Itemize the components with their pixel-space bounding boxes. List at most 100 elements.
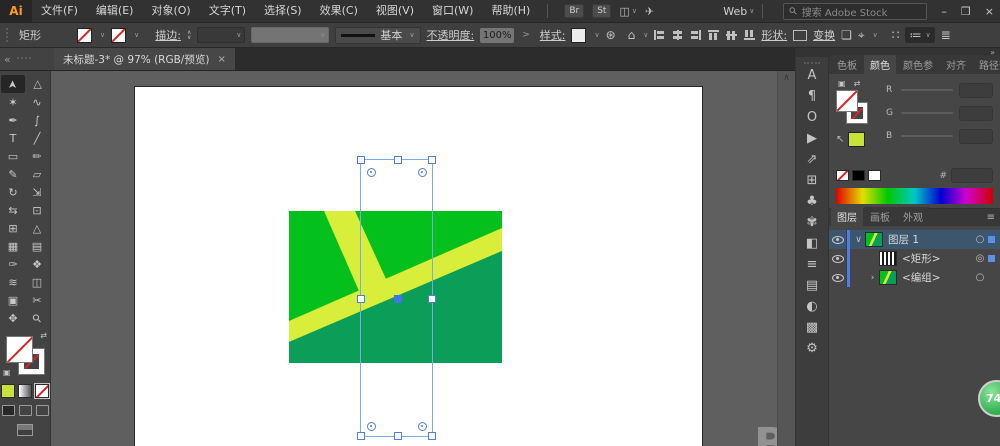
- stroke-color-swatch[interactable]: [111, 27, 127, 43]
- swap-colors-icon[interactable]: ⇄: [854, 79, 861, 88]
- layer-thumbnail[interactable]: [865, 232, 883, 247]
- list-icon[interactable]: ≣: [941, 28, 951, 42]
- opacity-value[interactable]: 100%: [480, 27, 515, 43]
- stroke-weight-dropdown[interactable]: ∨: [197, 27, 246, 43]
- channel-value-field[interactable]: [959, 82, 993, 98]
- align-right-icon[interactable]: [690, 30, 702, 40]
- isolate-selection-icon[interactable]: ⌖: [858, 28, 865, 43]
- target-circle[interactable]: ○: [972, 272, 988, 283]
- transform-label[interactable]: 变换: [813, 27, 835, 43]
- layer-name[interactable]: <编组>: [902, 270, 972, 285]
- pathfinder-panel-icon[interactable]: ◧: [800, 233, 824, 254]
- gradient-tool[interactable]: ▤: [25, 237, 49, 255]
- graph-tool[interactable]: ◫: [25, 273, 49, 291]
- last-color-swatch[interactable]: [848, 132, 866, 147]
- channel-slider[interactable]: [901, 112, 953, 114]
- channel-slider[interactable]: [901, 89, 953, 91]
- eyedropper-tool[interactable]: ✑: [1, 255, 25, 273]
- layout-icon[interactable]: ◫: [619, 5, 629, 18]
- symbol-sprayer-tool[interactable]: ≋: [1, 273, 25, 291]
- menu-view[interactable]: 视图(V): [367, 0, 423, 22]
- width-tool[interactable]: ⇆: [1, 201, 25, 219]
- collapse-toolbar-icon[interactable]: «: [4, 53, 11, 66]
- paintbrush-tool[interactable]: ✏: [25, 147, 49, 165]
- tab-pathfinder[interactable]: 路径查: [973, 55, 1000, 74]
- fill-proxy-swatch[interactable]: [6, 336, 33, 363]
- menu-window[interactable]: 窗口(W): [423, 0, 482, 22]
- brushes-panel-icon[interactable]: ✾: [800, 212, 824, 233]
- free-transform-tool[interactable]: ⊡: [25, 201, 49, 219]
- curvature-tool[interactable]: ∫: [25, 111, 49, 129]
- chevron-down-icon[interactable]: ∨: [594, 31, 599, 39]
- live-corner-widget[interactable]: [367, 168, 376, 177]
- swap-fill-stroke-icon[interactable]: ⇄: [40, 331, 47, 340]
- menu-help[interactable]: 帮助(H): [482, 0, 539, 22]
- eraser-tool[interactable]: ▱: [25, 165, 49, 183]
- align-vcenter-icon[interactable]: [726, 30, 738, 40]
- visibility-toggle[interactable]: [829, 268, 847, 287]
- transparency-panel-icon[interactable]: ◐: [800, 296, 824, 317]
- screen-mode-button[interactable]: [17, 424, 33, 436]
- shape-builder-tool[interactable]: ⊞: [1, 219, 25, 237]
- shape-properties-icon[interactable]: ⌂: [628, 28, 636, 42]
- opacity-label[interactable]: 不透明度:: [427, 27, 475, 43]
- draw-inside-icon[interactable]: [35, 405, 49, 416]
- scroll-up-icon[interactable]: ∧: [778, 71, 795, 85]
- zoom-tool[interactable]: ⚲: [25, 309, 49, 327]
- selection-indicator[interactable]: [988, 255, 995, 262]
- layer-row-group[interactable]: › <编组> ○: [829, 268, 1000, 287]
- visibility-toggle[interactable]: [829, 249, 847, 268]
- menu-effect[interactable]: 效果(C): [311, 0, 367, 22]
- none-button[interactable]: [34, 383, 50, 399]
- menu-select[interactable]: 选择(S): [255, 0, 311, 22]
- tab-align[interactable]: 对齐: [940, 55, 972, 74]
- align-hcenter-icon[interactable]: [672, 30, 683, 40]
- shaper-tool[interactable]: ✎: [1, 165, 25, 183]
- document-setup-icon[interactable]: ⊛: [606, 28, 616, 42]
- canvas-area[interactable]: B ∧: [51, 71, 795, 446]
- chevron-down-icon[interactable]: ∨: [643, 31, 648, 39]
- channel-value-field[interactable]: [959, 105, 993, 121]
- symbols-panel-icon[interactable]: ♣: [800, 191, 824, 212]
- menu-type[interactable]: 文字(T): [200, 0, 255, 22]
- channel-slider[interactable]: [901, 135, 953, 137]
- menu-file[interactable]: 文件(F): [32, 0, 87, 22]
- layer-row-rectangle[interactable]: <矩形> ◎: [829, 249, 1000, 268]
- live-corner-widget[interactable]: [418, 168, 427, 177]
- blend-tool[interactable]: ❖: [25, 255, 49, 273]
- artboards-panel-icon[interactable]: ⊞: [800, 170, 824, 191]
- gpu-performance-icon[interactable]: ✈: [645, 5, 654, 18]
- actions-panel-icon[interactable]: ▶: [800, 128, 824, 149]
- gradient-panel-icon[interactable]: ▤: [800, 275, 824, 296]
- handle-middle-left[interactable]: [357, 295, 365, 303]
- target-circle[interactable]: ○: [972, 234, 988, 245]
- tab-artboards[interactable]: 画板: [864, 207, 896, 226]
- toolbar-grip[interactable]: [16, 56, 31, 62]
- mesh-tool[interactable]: ▦: [1, 237, 25, 255]
- handle-bottom-right[interactable]: [428, 432, 436, 440]
- align-top-icon[interactable]: [708, 30, 720, 40]
- panel-grip[interactable]: [6, 28, 13, 42]
- slice-tool[interactable]: ✂: [25, 291, 49, 309]
- minimize-button[interactable]: –: [941, 5, 947, 18]
- style-label[interactable]: 样式:: [540, 27, 566, 43]
- scale-tool[interactable]: ⇲: [25, 183, 49, 201]
- brush-definition-dropdown[interactable]: 基本 ∨: [335, 26, 421, 44]
- expand-corners-icon[interactable]: ❏: [841, 28, 852, 42]
- hand-tool[interactable]: ✥: [1, 309, 25, 327]
- menu-object[interactable]: 对象(O): [142, 0, 199, 22]
- character-panel-icon[interactable]: A: [800, 65, 824, 86]
- handle-top-center[interactable]: [393, 156, 402, 164]
- draw-behind-icon[interactable]: [18, 405, 32, 416]
- chevron-down-icon[interactable]: ∨: [134, 31, 139, 39]
- black-swatch[interactable]: [852, 170, 865, 181]
- handle-center-point[interactable]: [393, 295, 402, 303]
- fill-none-swatch[interactable]: [836, 90, 858, 112]
- export-panel-icon[interactable]: ⇗: [800, 149, 824, 170]
- fill-color-swatch[interactable]: [77, 27, 92, 43]
- swatches-panel-icon[interactable]: ▩: [800, 317, 824, 338]
- dots-icon[interactable]: ∷: [892, 28, 900, 42]
- tab-swatches[interactable]: 色板: [831, 55, 863, 74]
- handle-bottom-left[interactable]: [357, 432, 365, 440]
- lasso-tool[interactable]: ∿: [25, 93, 49, 111]
